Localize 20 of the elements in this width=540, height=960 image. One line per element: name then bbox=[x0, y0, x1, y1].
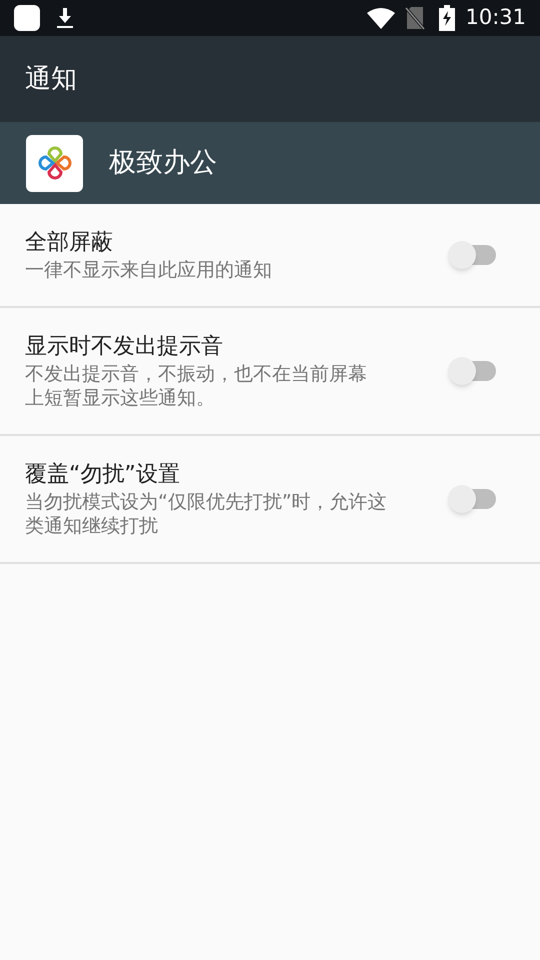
download-icon bbox=[56, 7, 74, 29]
notification-icon bbox=[14, 5, 40, 31]
setting-description: 不发出提示音，不振动，也不在当前屏幕 bbox=[25, 362, 368, 386]
setting-row[interactable]: 全部屏蔽 一律不显示来自此应用的通知 bbox=[0, 204, 540, 308]
no-sim-icon bbox=[405, 6, 426, 30]
battery-charging-icon bbox=[439, 5, 456, 31]
setting-description: 类通知继续打扰 bbox=[25, 514, 159, 538]
setting-description: 当勿扰模式设为“仅限优先打扰”时，允许这 bbox=[25, 490, 388, 514]
page-title: 通知 bbox=[25, 62, 77, 96]
setting-row[interactable]: 覆盖“勿扰”设置 当勿扰模式设为“仅限优先打扰”时，允许这 类通知继续打扰 bbox=[0, 436, 540, 564]
setting-title: 全部屏蔽 bbox=[25, 229, 114, 257]
app-name: 极致办公 bbox=[109, 146, 217, 180]
setting-description: 上短暂显示这些通知。 bbox=[25, 386, 216, 410]
setting-row[interactable]: 显示时不发出提示音 不发出提示音，不振动，也不在当前屏幕 上短暂显示这些通知。 bbox=[0, 308, 540, 436]
setting-title: 显示时不发出提示音 bbox=[25, 333, 224, 361]
clock-time: 10:31 bbox=[465, 4, 526, 32]
setting-description: 一律不显示来自此应用的通知 bbox=[25, 258, 273, 282]
app-icon bbox=[26, 134, 83, 192]
wifi-icon bbox=[367, 7, 396, 29]
setting-title: 覆盖“勿扰”设置 bbox=[25, 461, 181, 489]
